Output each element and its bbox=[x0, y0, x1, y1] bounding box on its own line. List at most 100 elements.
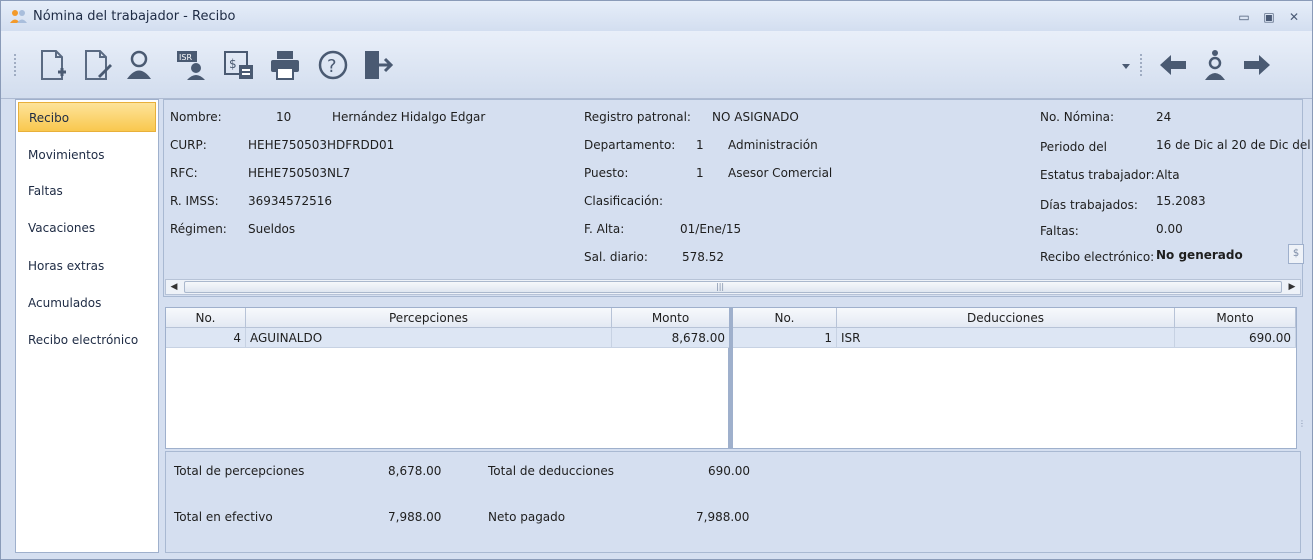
curp-label: CURP: bbox=[170, 138, 207, 152]
puesto-value: Asesor Comercial bbox=[728, 166, 833, 180]
print-icon[interactable] bbox=[265, 45, 305, 85]
total-efectivo-value: 7,988.00 bbox=[388, 510, 442, 524]
table-row-cell-monto[interactable]: 690.00 bbox=[1175, 328, 1296, 348]
nomina-value: 24 bbox=[1156, 110, 1172, 124]
window-title: Nómina del trabajador - Recibo bbox=[33, 9, 236, 24]
rfc-value: HEHE750503NL7 bbox=[248, 166, 351, 180]
nombre-label: Nombre: bbox=[170, 110, 222, 124]
total-deducciones-value: 690.00 bbox=[708, 464, 750, 478]
clasificacion-label: Clasificación: bbox=[584, 194, 664, 208]
percepciones-header-no[interactable]: No. bbox=[166, 308, 246, 328]
periodo-value: 16 de Dic al 20 de Dic del bbox=[1156, 138, 1311, 152]
dias-trabajados-label: Días trabajados: bbox=[1040, 198, 1138, 212]
scroll-left-arrow-icon[interactable]: ◀ bbox=[166, 280, 182, 294]
maximize-button[interactable]: ▣ bbox=[1261, 10, 1277, 24]
neto-pagado-label: Neto pagado bbox=[488, 510, 566, 524]
calculator-receipt-icon[interactable]: $ bbox=[219, 45, 259, 85]
salario-diario-value: 578.52 bbox=[682, 250, 724, 264]
scrollbar-grip-icon: ||| bbox=[716, 282, 725, 291]
departamento-label: Departamento: bbox=[584, 138, 676, 152]
nombre-value: Hernández Hidalgo Edgar bbox=[332, 110, 486, 124]
help-icon[interactable]: ? bbox=[313, 45, 353, 85]
deducciones-header-no[interactable]: No. bbox=[733, 308, 837, 328]
totals-panel: Total de percepciones 8,678.00 Total de … bbox=[165, 451, 1301, 553]
sidebar-item-vacaciones[interactable]: Vacaciones bbox=[18, 213, 156, 243]
regimen-label: Régimen: bbox=[170, 222, 227, 236]
recibo-electronico-label: Recibo electrónico: bbox=[1040, 250, 1155, 264]
table-row-cell-concepto[interactable]: ISR bbox=[837, 328, 1175, 348]
deducciones-header-concepto[interactable]: Deducciones bbox=[837, 308, 1175, 328]
employee-info-panel: Nombre: 10 Hernández Hidalgo Edgar CURP:… bbox=[163, 99, 1311, 297]
sidebar-item-recibo[interactable]: Recibo bbox=[18, 102, 156, 132]
nav-toolbar-grip[interactable] bbox=[1139, 53, 1143, 77]
toolbar: ISR $ ? bbox=[1, 31, 1312, 99]
estatus-value: Alta bbox=[1156, 168, 1180, 182]
estatus-label: Estatus trabajador: bbox=[1040, 168, 1155, 182]
svg-text:?: ? bbox=[327, 56, 337, 77]
deducciones-header-monto[interactable]: Monto bbox=[1175, 308, 1296, 328]
dias-trabajados-value: 15.2083 bbox=[1156, 194, 1206, 208]
departamento-number: 1 bbox=[696, 138, 704, 152]
total-deducciones-label: Total de deducciones bbox=[488, 464, 614, 478]
dropdown-icon[interactable] bbox=[1117, 45, 1135, 85]
nombre-number: 10 bbox=[276, 110, 292, 124]
vertical-scroll-grip-icon: ⋮ bbox=[1298, 419, 1306, 428]
sidebar: Recibo Movimientos Faltas Vacaciones Hor… bbox=[15, 99, 159, 553]
fecha-alta-label: F. Alta: bbox=[584, 222, 625, 236]
svg-text:$: $ bbox=[229, 57, 237, 71]
salario-diario-label: Sal. diario: bbox=[584, 250, 648, 264]
table-row-cell-no[interactable]: 1 bbox=[733, 328, 837, 348]
recibo-electronico-value: No generado bbox=[1156, 248, 1243, 262]
next-arrow-icon[interactable] bbox=[1237, 45, 1277, 85]
employee-icon[interactable] bbox=[1195, 45, 1235, 85]
percepciones-header-monto[interactable]: Monto bbox=[612, 308, 730, 328]
minimize-button[interactable]: ▭ bbox=[1236, 10, 1252, 24]
exit-icon[interactable] bbox=[357, 45, 397, 85]
sidebar-item-movimientos[interactable]: Movimientos bbox=[18, 140, 156, 170]
edit-document-icon[interactable] bbox=[77, 45, 117, 85]
close-button[interactable]: ✕ bbox=[1286, 10, 1302, 24]
scroll-right-arrow-icon[interactable]: ▶ bbox=[1284, 280, 1300, 294]
nomina-label: No. Nómina: bbox=[1040, 110, 1115, 124]
user-icon[interactable] bbox=[119, 45, 159, 85]
table-row-cell-no[interactable]: 4 bbox=[166, 328, 246, 348]
scrollbar-thumb[interactable] bbox=[184, 281, 1282, 293]
curp-value: HEHE750503HDFRDD01 bbox=[248, 138, 395, 152]
currency-button-icon[interactable]: $ bbox=[1288, 244, 1304, 264]
faltas-label: Faltas: bbox=[1040, 224, 1079, 238]
sidebar-item-acumulados[interactable]: Acumulados bbox=[18, 288, 156, 318]
toolbar-grip[interactable] bbox=[13, 53, 17, 77]
sidebar-item-recibo-electronico[interactable]: Recibo electrónico bbox=[18, 325, 156, 355]
rfc-label: RFC: bbox=[170, 166, 198, 180]
svg-text:ISR: ISR bbox=[179, 53, 192, 62]
deducciones-grid: No. Deducciones Monto 1 ISR 690.00 bbox=[732, 307, 1297, 449]
departamento-value: Administración bbox=[728, 138, 818, 152]
imss-label: R. IMSS: bbox=[170, 194, 219, 208]
regimen-value: Sueldos bbox=[248, 222, 296, 236]
previous-arrow-icon[interactable] bbox=[1153, 45, 1193, 85]
puesto-label: Puesto: bbox=[584, 166, 629, 180]
percepciones-header-concepto[interactable]: Percepciones bbox=[246, 308, 612, 328]
puesto-number: 1 bbox=[696, 166, 704, 180]
imss-value: 36934572516 bbox=[248, 194, 332, 208]
total-efectivo-label: Total en efectivo bbox=[174, 510, 273, 524]
title-bar: Nómina del trabajador - Recibo ▭ ▣ ✕ bbox=[1, 1, 1312, 31]
percepciones-grid: No. Percepciones Monto 4 AGUINALDO 8,678… bbox=[165, 307, 730, 449]
periodo-label: Periodo del bbox=[1040, 140, 1107, 154]
isr-user-icon[interactable]: ISR bbox=[171, 45, 211, 85]
sidebar-item-faltas[interactable]: Faltas bbox=[18, 176, 156, 206]
table-row-cell-concepto[interactable]: AGUINALDO bbox=[246, 328, 612, 348]
neto-pagado-value: 7,988.00 bbox=[696, 510, 750, 524]
faltas-value: 0.00 bbox=[1156, 222, 1183, 236]
new-document-icon[interactable] bbox=[33, 45, 73, 85]
sidebar-item-horas-extras[interactable]: Horas extras bbox=[18, 251, 156, 281]
payroll-window: Nómina del trabajador - Recibo ▭ ▣ ✕ ISR… bbox=[0, 0, 1313, 560]
users-app-icon bbox=[9, 8, 29, 24]
total-percepciones-label: Total de percepciones bbox=[174, 464, 305, 478]
horizontal-scrollbar[interactable]: ◀ ||| ▶ bbox=[165, 279, 1301, 295]
fecha-alta-value: 01/Ene/15 bbox=[680, 222, 742, 236]
registro-patronal-value: NO ASIGNADO bbox=[712, 110, 799, 124]
table-row-cell-monto[interactable]: 8,678.00 bbox=[612, 328, 730, 348]
total-percepciones-value: 8,678.00 bbox=[388, 464, 442, 478]
registro-patronal-label: Registro patronal: bbox=[584, 110, 691, 124]
